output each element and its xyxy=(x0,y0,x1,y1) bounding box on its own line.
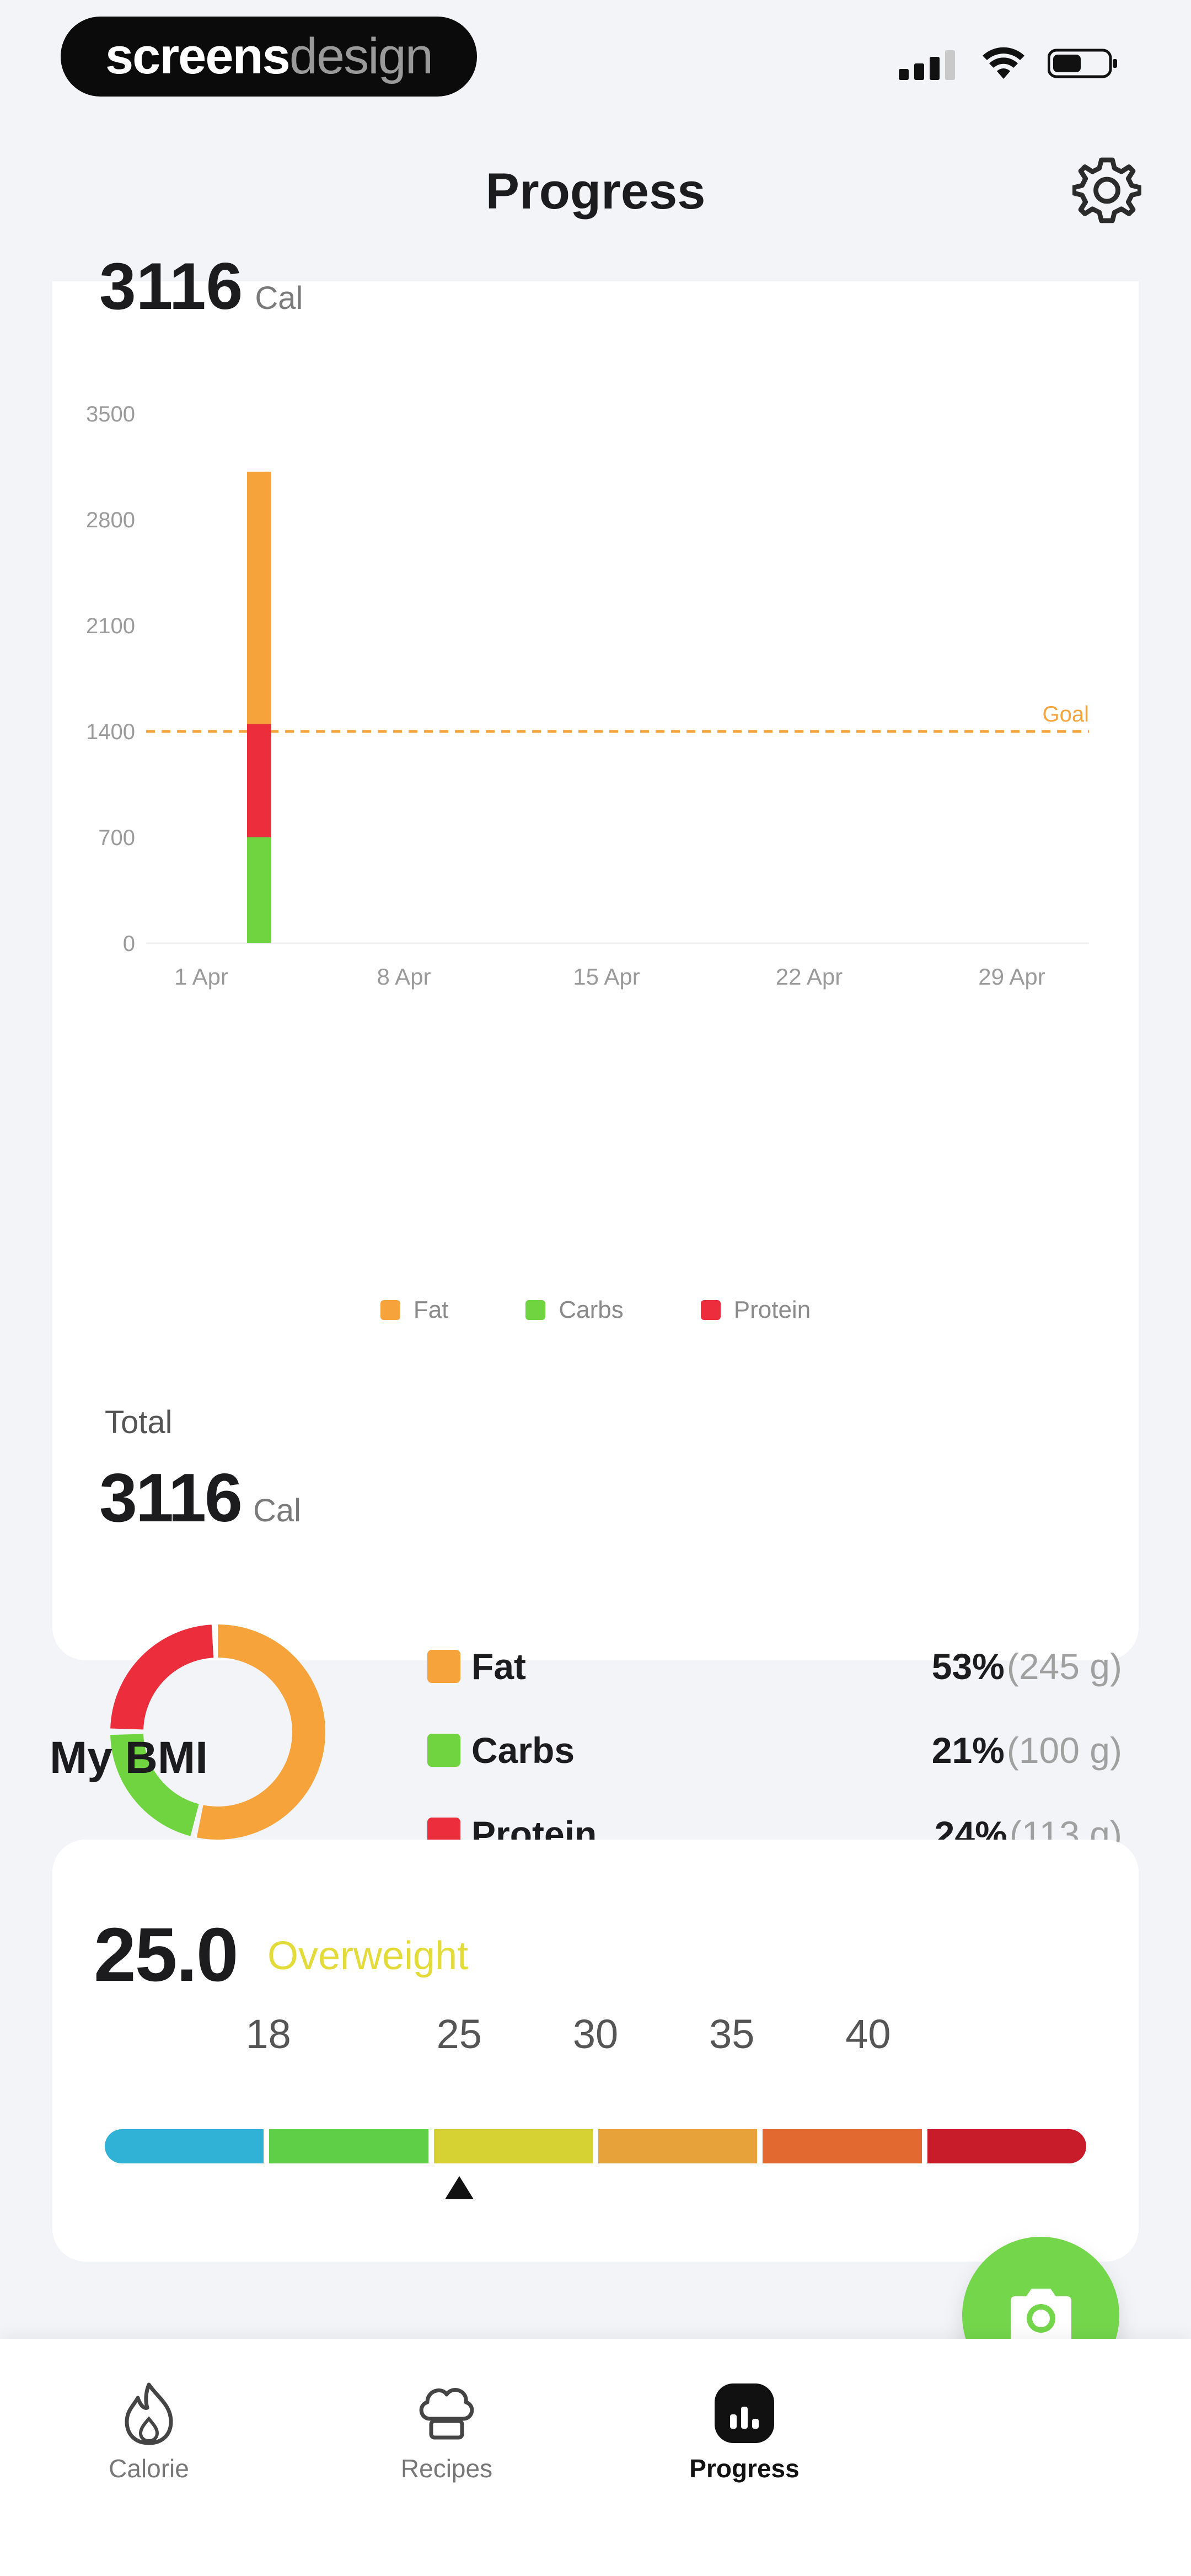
bmi-section-title: My BMI xyxy=(50,1733,208,1783)
tab-label: Calorie xyxy=(109,2454,189,2483)
x-tick-label: 8 Apr xyxy=(377,964,431,990)
bmi-segment xyxy=(763,2129,922,2163)
calorie-chart-card: 3116 Cal 0 700 1400 2100 2800 3500 1 Apr 8 Apr 15… xyxy=(52,249,1139,1854)
tab-label: Recipes xyxy=(400,2454,493,2483)
bmi-tick-label: 25 xyxy=(436,2011,482,2057)
legend-swatch xyxy=(700,1300,721,1320)
x-tick-label: 1 Apr xyxy=(174,964,228,990)
x-tick-label: 15 Apr xyxy=(573,964,640,990)
x-tick-label: 29 Apr xyxy=(978,964,1045,990)
y-tick-label: 2100 xyxy=(86,614,135,638)
bmi-segment xyxy=(269,2129,428,2163)
chart-legend: Fat Carbs Protein xyxy=(52,1296,1139,1324)
macro-list: Fat 53% (245 g) Carbs 21% (100 g) Protei… xyxy=(427,1624,1122,1876)
legend-label: Carbs xyxy=(559,1296,624,1323)
macro-row-carbs: Carbs 21% (100 g) xyxy=(427,1708,1122,1792)
gear-icon[interactable] xyxy=(1072,154,1141,223)
partial-total-value: 3116 xyxy=(99,249,243,323)
flame-icon xyxy=(113,2377,185,2449)
tab-label: Progress xyxy=(689,2454,800,2483)
total-unit: Cal xyxy=(253,1493,302,1529)
bar-segment-carbs xyxy=(247,837,271,943)
y-tick-label: 2800 xyxy=(86,508,135,532)
bar-segment-fat xyxy=(247,472,271,724)
legend-swatch xyxy=(525,1300,546,1320)
fat-color-swatch xyxy=(427,1650,460,1683)
bmi-card: 25.0 Overweight 18 25 30 35 40 xyxy=(52,1840,1139,2262)
y-tick-label: 3500 xyxy=(86,402,135,426)
wifi-icon xyxy=(983,47,1024,79)
total-calories: 3116 Cal xyxy=(99,1459,301,1537)
status-icons xyxy=(899,47,1119,80)
macro-grams: (245 g) xyxy=(1006,1646,1122,1687)
tab-progress[interactable]: Progress xyxy=(645,2377,844,2483)
legend-label: Fat xyxy=(413,1296,449,1323)
carbs-color-swatch xyxy=(427,1734,460,1767)
bmi-tick-label: 18 xyxy=(245,2011,291,2057)
partial-total-unit: Cal xyxy=(255,280,303,316)
total-value: 3116 xyxy=(99,1460,243,1536)
battery-icon xyxy=(1048,49,1117,78)
total-label: Total xyxy=(105,1404,173,1440)
tab-calorie[interactable]: Calorie xyxy=(50,2377,248,2483)
page-title: Progress xyxy=(485,163,706,220)
legend-swatch xyxy=(380,1300,400,1320)
tab-recipes[interactable]: Recipes xyxy=(347,2377,546,2483)
partial-total-calories: 3116 Cal xyxy=(99,248,303,324)
bmi-segment xyxy=(927,2129,1086,2163)
goal-label: Goal xyxy=(1043,702,1090,726)
y-tick-label: 0 xyxy=(123,932,135,956)
signal-icon xyxy=(899,50,955,80)
legend-item-protein: Protein xyxy=(700,1296,811,1324)
macro-grams: (100 g) xyxy=(1006,1730,1122,1771)
bmi-segment xyxy=(433,2129,593,2163)
bmi-tick-label: 40 xyxy=(845,2011,891,2057)
chef-hat-icon xyxy=(411,2377,482,2449)
y-tick-label: 700 xyxy=(98,826,135,850)
status-bar: screens design xyxy=(0,0,1191,127)
progress-chart-icon xyxy=(709,2377,780,2449)
bmi-tick-label: 35 xyxy=(709,2011,755,2057)
bmi-status: Overweight xyxy=(267,1934,469,1978)
bmi-segment xyxy=(105,2129,264,2163)
brand-bold-text: screens xyxy=(105,28,291,84)
legend-label: Protein xyxy=(733,1296,811,1323)
macro-name: Carbs xyxy=(471,1730,575,1771)
macro-percent: 21% xyxy=(931,1730,1005,1771)
stacked-bar-chart: 0 700 1400 2100 2800 3500 1 Apr 8 Apr 15 Apr 22 A… xyxy=(86,402,1090,990)
bmi-tick-label: 30 xyxy=(572,2011,619,2057)
bmi-value: 25.0 xyxy=(94,1912,239,1997)
x-tick-label: 22 Apr xyxy=(776,964,843,990)
bar-segment-protein xyxy=(247,724,271,837)
bottom-tab-bar: Calorie Recipes Progress xyxy=(0,2339,1191,2576)
camera-icon xyxy=(1010,2288,1071,2343)
y-tick-label: 1400 xyxy=(86,720,135,744)
bmi-scale-ticks: 18 25 30 35 40 xyxy=(52,2011,1139,2060)
brand-light-text: design xyxy=(289,28,433,84)
legend-item-carbs: Carbs xyxy=(525,1296,624,1324)
bmi-marker-icon xyxy=(444,2176,474,2199)
bmi-scale-bar xyxy=(105,2129,1086,2163)
brand-logo: screens design xyxy=(61,17,477,97)
legend-item-fat: Fat xyxy=(380,1296,449,1324)
macro-percent: 53% xyxy=(931,1646,1005,1687)
macro-row-fat: Fat 53% (245 g) xyxy=(427,1624,1122,1708)
bmi-segment xyxy=(598,2129,758,2163)
macro-name: Fat xyxy=(471,1646,526,1687)
